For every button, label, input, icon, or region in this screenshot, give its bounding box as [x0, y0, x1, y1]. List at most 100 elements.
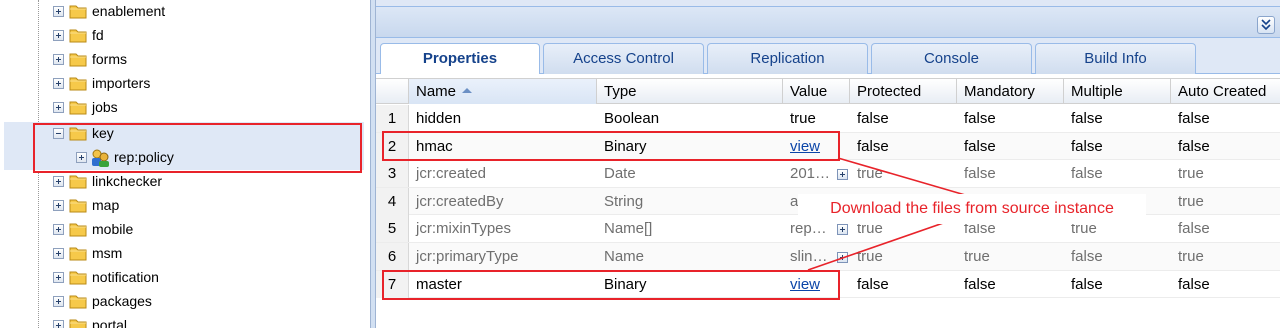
- column-header-multiple[interactable]: Multiple: [1064, 79, 1171, 104]
- tree-item-importers[interactable]: importers: [0, 72, 370, 96]
- expand-value-icon[interactable]: [837, 224, 848, 236]
- expand-plus-icon[interactable]: [53, 272, 64, 283]
- cell-name: master: [416, 275, 462, 293]
- tree-item-label: importers: [92, 75, 151, 91]
- folder-icon: [69, 101, 87, 115]
- tree-item-label: notification: [92, 269, 159, 285]
- tree-item-portal[interactable]: portal: [0, 314, 370, 328]
- cell-mandatory: false: [964, 165, 996, 183]
- tab-strip: Properties Access Control Replication Co…: [376, 38, 1280, 75]
- folder-icon: [69, 53, 87, 67]
- tree-item-label: packages: [92, 293, 152, 309]
- expand-plus-icon[interactable]: [53, 248, 64, 259]
- tab-build-info[interactable]: Build Info: [1035, 43, 1196, 74]
- cell-name: jcr:created: [416, 165, 487, 183]
- row-number: 5: [376, 215, 409, 243]
- tab-properties[interactable]: Properties: [380, 43, 540, 75]
- tree-item-fd[interactable]: fd: [0, 24, 370, 48]
- tree-item-mobile[interactable]: mobile: [0, 218, 370, 242]
- tree-item-label: forms: [92, 51, 127, 67]
- tree-item-label: key: [92, 125, 114, 141]
- tree-item-enablement[interactable]: enablement: [0, 0, 370, 24]
- tree-item-label: fd: [92, 27, 104, 43]
- cell-auto-created: true: [1178, 192, 1204, 210]
- repository-tree: enablement fd forms importers jobs key r…: [0, 0, 370, 328]
- table-row[interactable]: 1 hidden Boolean true false false false …: [376, 105, 1280, 133]
- row-number: 7: [376, 270, 409, 298]
- tree-item-forms[interactable]: forms: [0, 48, 370, 72]
- table-row[interactable]: 2 hmac Binary view false false false fal…: [376, 132, 1280, 161]
- column-header-value[interactable]: Value: [783, 79, 850, 104]
- collapse-minus-icon[interactable]: [53, 128, 64, 139]
- cell-type: Name[]: [604, 220, 653, 238]
- expand-plus-icon[interactable]: [53, 176, 64, 187]
- column-header-auto-created[interactable]: Auto Created: [1171, 79, 1280, 104]
- cell-name: jcr:createdBy: [416, 192, 504, 210]
- tree-item-jobs[interactable]: jobs: [0, 96, 370, 120]
- tree-item-map[interactable]: map: [0, 194, 370, 218]
- row-number: 6: [376, 243, 409, 270]
- tree-item-label: enablement: [92, 3, 166, 19]
- tree-item-rep-policy[interactable]: rep:policy: [4, 146, 364, 170]
- tree-item-msm[interactable]: msm: [0, 242, 370, 266]
- cell-multiple: false: [1071, 275, 1103, 293]
- cell-type: Boolean: [604, 110, 660, 127]
- expand-plus-icon[interactable]: [53, 30, 64, 41]
- collapse-button[interactable]: [1257, 16, 1275, 34]
- tree-item-label: mobile: [92, 221, 134, 237]
- column-header-type[interactable]: Type: [597, 79, 783, 104]
- properties-panel: Properties Access Control Replication Co…: [376, 0, 1280, 328]
- cell-mandatory: false: [964, 110, 996, 127]
- expand-value-icon[interactable]: [837, 169, 848, 181]
- expand-plus-icon[interactable]: [53, 296, 64, 307]
- tab-access-control[interactable]: Access Control: [543, 43, 704, 74]
- cell-name: hidden: [416, 110, 462, 127]
- tree-item-label: map: [92, 197, 120, 213]
- expand-plus-icon[interactable]: [53, 78, 64, 89]
- expand-plus-icon[interactable]: [53, 6, 64, 17]
- expand-plus-icon[interactable]: [53, 200, 64, 211]
- expand-plus-icon[interactable]: [76, 152, 87, 163]
- expand-plus-icon[interactable]: [53, 320, 64, 328]
- tab-replication[interactable]: Replication: [707, 43, 868, 74]
- tab-console[interactable]: Console: [871, 43, 1032, 74]
- row-number: 3: [376, 160, 409, 188]
- cell-auto-created: true: [1178, 248, 1204, 265]
- row-number: 4: [376, 187, 409, 215]
- table-row[interactable]: 6 jcr:primaryType Name slin… true true f…: [376, 243, 1280, 271]
- tree-item-packages[interactable]: packages: [0, 290, 370, 314]
- tree-item-notification[interactable]: notification: [0, 266, 370, 290]
- cell-mandatory: false: [964, 137, 996, 155]
- cell-auto-created: false: [1178, 220, 1210, 238]
- expand-plus-icon[interactable]: [53, 54, 64, 65]
- grid-header: Name Type Value Protected Mandatory Mult…: [376, 78, 1280, 104]
- tree-item-linkchecker[interactable]: linkchecker: [0, 170, 370, 194]
- view-link-hmac[interactable]: view: [790, 138, 820, 155]
- column-header-mandatory[interactable]: Mandatory: [957, 79, 1064, 104]
- cell-name: hmac: [416, 137, 453, 155]
- folder-icon: [69, 295, 87, 309]
- expand-plus-icon[interactable]: [53, 224, 64, 235]
- cell-auto-created: false: [1178, 110, 1210, 127]
- cell-multiple: false: [1071, 137, 1103, 155]
- tree-item-key[interactable]: key: [4, 122, 364, 146]
- cell-mandatory: true: [964, 248, 990, 265]
- cell-value: view: [783, 133, 850, 160]
- cell-type: Binary: [604, 137, 647, 155]
- cell-value: slin…: [790, 248, 828, 265]
- column-header-name[interactable]: Name: [409, 79, 597, 104]
- cell-auto-created: true: [1178, 165, 1204, 183]
- expand-plus-icon[interactable]: [53, 102, 64, 113]
- double-chevron-down-icon: [1261, 19, 1271, 31]
- view-link-master[interactable]: view: [790, 276, 820, 293]
- cell-protected: false: [857, 137, 889, 155]
- table-row[interactable]: 3 jcr:created Date 201… true false false…: [376, 160, 1280, 188]
- cell-mandatory: false: [964, 275, 996, 293]
- table-row[interactable]: 7 master Binary view false false false f…: [376, 270, 1280, 299]
- cell-type: Date: [604, 165, 636, 183]
- cell-multiple: false: [1071, 248, 1103, 265]
- cell-protected: false: [857, 275, 889, 293]
- expand-value-icon[interactable]: [837, 252, 848, 263]
- cell-auto-created: false: [1178, 275, 1210, 293]
- column-header-protected[interactable]: Protected: [850, 79, 957, 104]
